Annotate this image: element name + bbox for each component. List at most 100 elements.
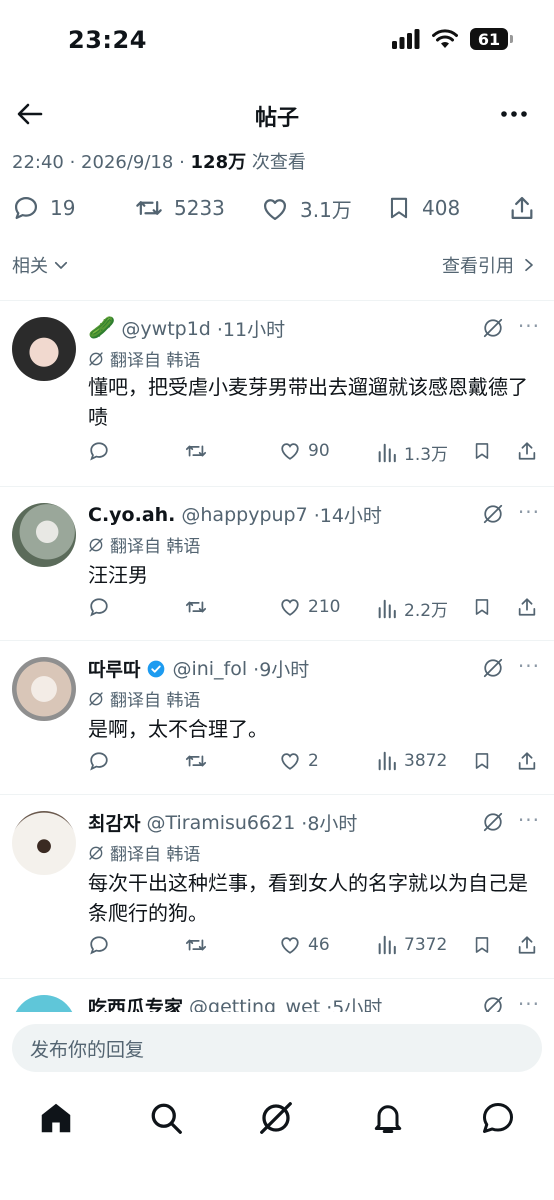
bookmark-button[interactable] — [472, 440, 492, 462]
translation-note[interactable]: 翻译自 韩语 — [88, 346, 200, 371]
status-icons: 61 — [392, 28, 513, 50]
battery-icon: 61 — [470, 28, 513, 50]
reply-more-icon[interactable]: ··· — [518, 808, 540, 832]
bookmark-stat[interactable]: 408 — [386, 194, 460, 222]
views-button[interactable]: 3872 — [376, 750, 447, 772]
reply-time: ·9小时 — [253, 659, 310, 681]
reply-more-icon[interactable]: ··· — [518, 654, 540, 678]
translation-note[interactable]: 翻译自 韩语 — [88, 532, 200, 557]
reply-item[interactable]: 최감자 @Tiramisu6621 ·8小时 ··· 翻译自 韩语 每次干出这种… — [0, 794, 554, 978]
share-icon — [518, 752, 536, 770]
tab-home[interactable] — [38, 1100, 74, 1136]
view-count: 7372 — [404, 935, 448, 955]
avatar[interactable] — [12, 811, 76, 875]
reply-button[interactable] — [88, 750, 110, 772]
bookmark-button[interactable] — [472, 596, 492, 618]
views-button[interactable]: 2.2万 — [376, 596, 448, 621]
chevron-right-icon — [525, 258, 533, 272]
reply-icon — [90, 752, 108, 771]
like-count: 210 — [308, 597, 341, 617]
reply-button[interactable] — [88, 440, 110, 462]
tab-search[interactable] — [148, 1100, 184, 1136]
grok-icon[interactable] — [482, 317, 504, 339]
retweet-count: 5233 — [174, 196, 225, 220]
reply-item[interactable]: 따루따 @ini_fol ·9小时 ··· 翻译自 韩语 是啊，太不合理了。 2… — [0, 640, 554, 794]
reply-header: 吃西瓜专家 @getting_wet ·5小时 — [88, 993, 382, 1013]
reply-author-name: 따루따 — [88, 659, 141, 681]
wifi-icon — [432, 29, 458, 48]
views-button[interactable]: 1.3万 — [376, 440, 448, 465]
more-button[interactable] — [498, 98, 530, 130]
analytics-icon — [378, 599, 396, 618]
like-button[interactable]: 46 — [278, 934, 330, 956]
page-title: 帖子 — [254, 106, 299, 131]
grok-icon[interactable] — [482, 811, 504, 833]
reply-text: 是啊，太不合理了。 — [88, 717, 268, 741]
share-button[interactable] — [516, 750, 538, 772]
share-icon — [511, 196, 533, 220]
retweet-stat[interactable]: 5233 — [134, 194, 225, 222]
reply-time: ·11小时 — [216, 319, 286, 341]
views-button[interactable]: 7372 — [376, 934, 447, 956]
share-button[interactable] — [516, 440, 538, 462]
bookmark-button[interactable] — [472, 750, 492, 772]
grok-icon[interactable] — [482, 995, 504, 1012]
translation-note[interactable]: 翻译自 韩语 — [88, 840, 200, 865]
retweet-button[interactable] — [184, 750, 208, 772]
tab-grok[interactable] — [258, 1100, 294, 1136]
post-header: 帖子 — [0, 88, 554, 140]
tab-notifications[interactable] — [370, 1100, 406, 1136]
reply-button[interactable] — [88, 596, 110, 618]
reply-item-partial[interactable]: 吃西瓜专家 @getting_wet ·5小时 ··· — [0, 985, 554, 1012]
reply-time: ·8小时 — [301, 813, 358, 835]
reply-header: C.yo.ah. @happypup7 ·14小时 — [88, 501, 382, 528]
reply-more-icon[interactable]: ··· — [518, 500, 540, 524]
reply-composer-input[interactable]: 发布你的回复 — [12, 1024, 542, 1072]
view-quotes-link[interactable]: 查看引用 — [442, 252, 536, 278]
post-views: 128万 — [190, 152, 247, 173]
tab-messages[interactable] — [480, 1100, 516, 1136]
reply-header: 따루따 @ini_fol ·9小时 — [88, 655, 309, 682]
reply-more-icon[interactable]: ··· — [518, 314, 540, 338]
reply-item[interactable]: C.yo.ah. @happypup7 ·14小时 ··· 翻译自 韩语 汪汪男… — [0, 486, 554, 640]
share-button[interactable] — [516, 934, 538, 956]
reply-item[interactable]: 🥒 @ywtp1d ·11小时 ··· 翻译自 韩语 懂吧，把受虐小麦芽男带出去… — [0, 300, 554, 486]
reply-button[interactable] — [88, 934, 110, 956]
related-dropdown[interactable]: 相关 — [12, 252, 70, 278]
reply-header: 최감자 @Tiramisu6621 ·8小时 — [88, 809, 357, 836]
bookmark-button[interactable] — [472, 934, 492, 956]
retweet-icon — [136, 201, 162, 215]
reply-handle: @happypup7 — [181, 503, 308, 526]
like-button[interactable]: 90 — [278, 440, 330, 462]
avatar[interactable] — [12, 317, 76, 381]
share-button[interactable] — [508, 194, 536, 222]
post-meta: 22:40 · 2026/9/18 · 128万 次查看 — [12, 148, 306, 174]
avatar[interactable] — [12, 503, 76, 567]
like-button[interactable]: 2 — [278, 750, 319, 772]
retweet-button[interactable] — [184, 596, 208, 618]
reply-text: 懂吧，把受虐小麦芽男带出去遛遛就该感恩戴德了啧 — [88, 375, 528, 429]
reply-actions: 2 3872 — [0, 750, 554, 780]
grok-icon[interactable] — [482, 657, 504, 679]
share-icon — [518, 598, 536, 616]
share-button[interactable] — [516, 596, 538, 618]
analytics-icon — [378, 751, 396, 771]
chevron-down-icon — [54, 261, 68, 269]
related-label: 相关 — [12, 256, 48, 277]
retweet-button[interactable] — [184, 934, 208, 956]
avatar[interactable] — [12, 995, 76, 1012]
retweet-button[interactable] — [184, 440, 208, 462]
like-stat[interactable]: 3.1万 — [260, 194, 352, 223]
view-count: 1.3万 — [404, 445, 449, 465]
like-button[interactable]: 210 — [278, 596, 340, 618]
post-views-suffix: 次查看 — [246, 152, 306, 173]
grok-icon[interactable] — [482, 503, 504, 525]
bookmark-icon — [475, 937, 489, 953]
reply-stat[interactable]: 19 — [12, 194, 75, 222]
reply-more-icon[interactable]: ··· — [518, 992, 540, 1012]
translation-note[interactable]: 翻译自 韩语 — [88, 686, 200, 711]
composer-placeholder: 发布你的回复 — [30, 1038, 145, 1061]
avatar[interactable] — [12, 657, 76, 721]
post-meta-separator: · — [63, 152, 82, 173]
analytics-icon — [378, 443, 396, 462]
